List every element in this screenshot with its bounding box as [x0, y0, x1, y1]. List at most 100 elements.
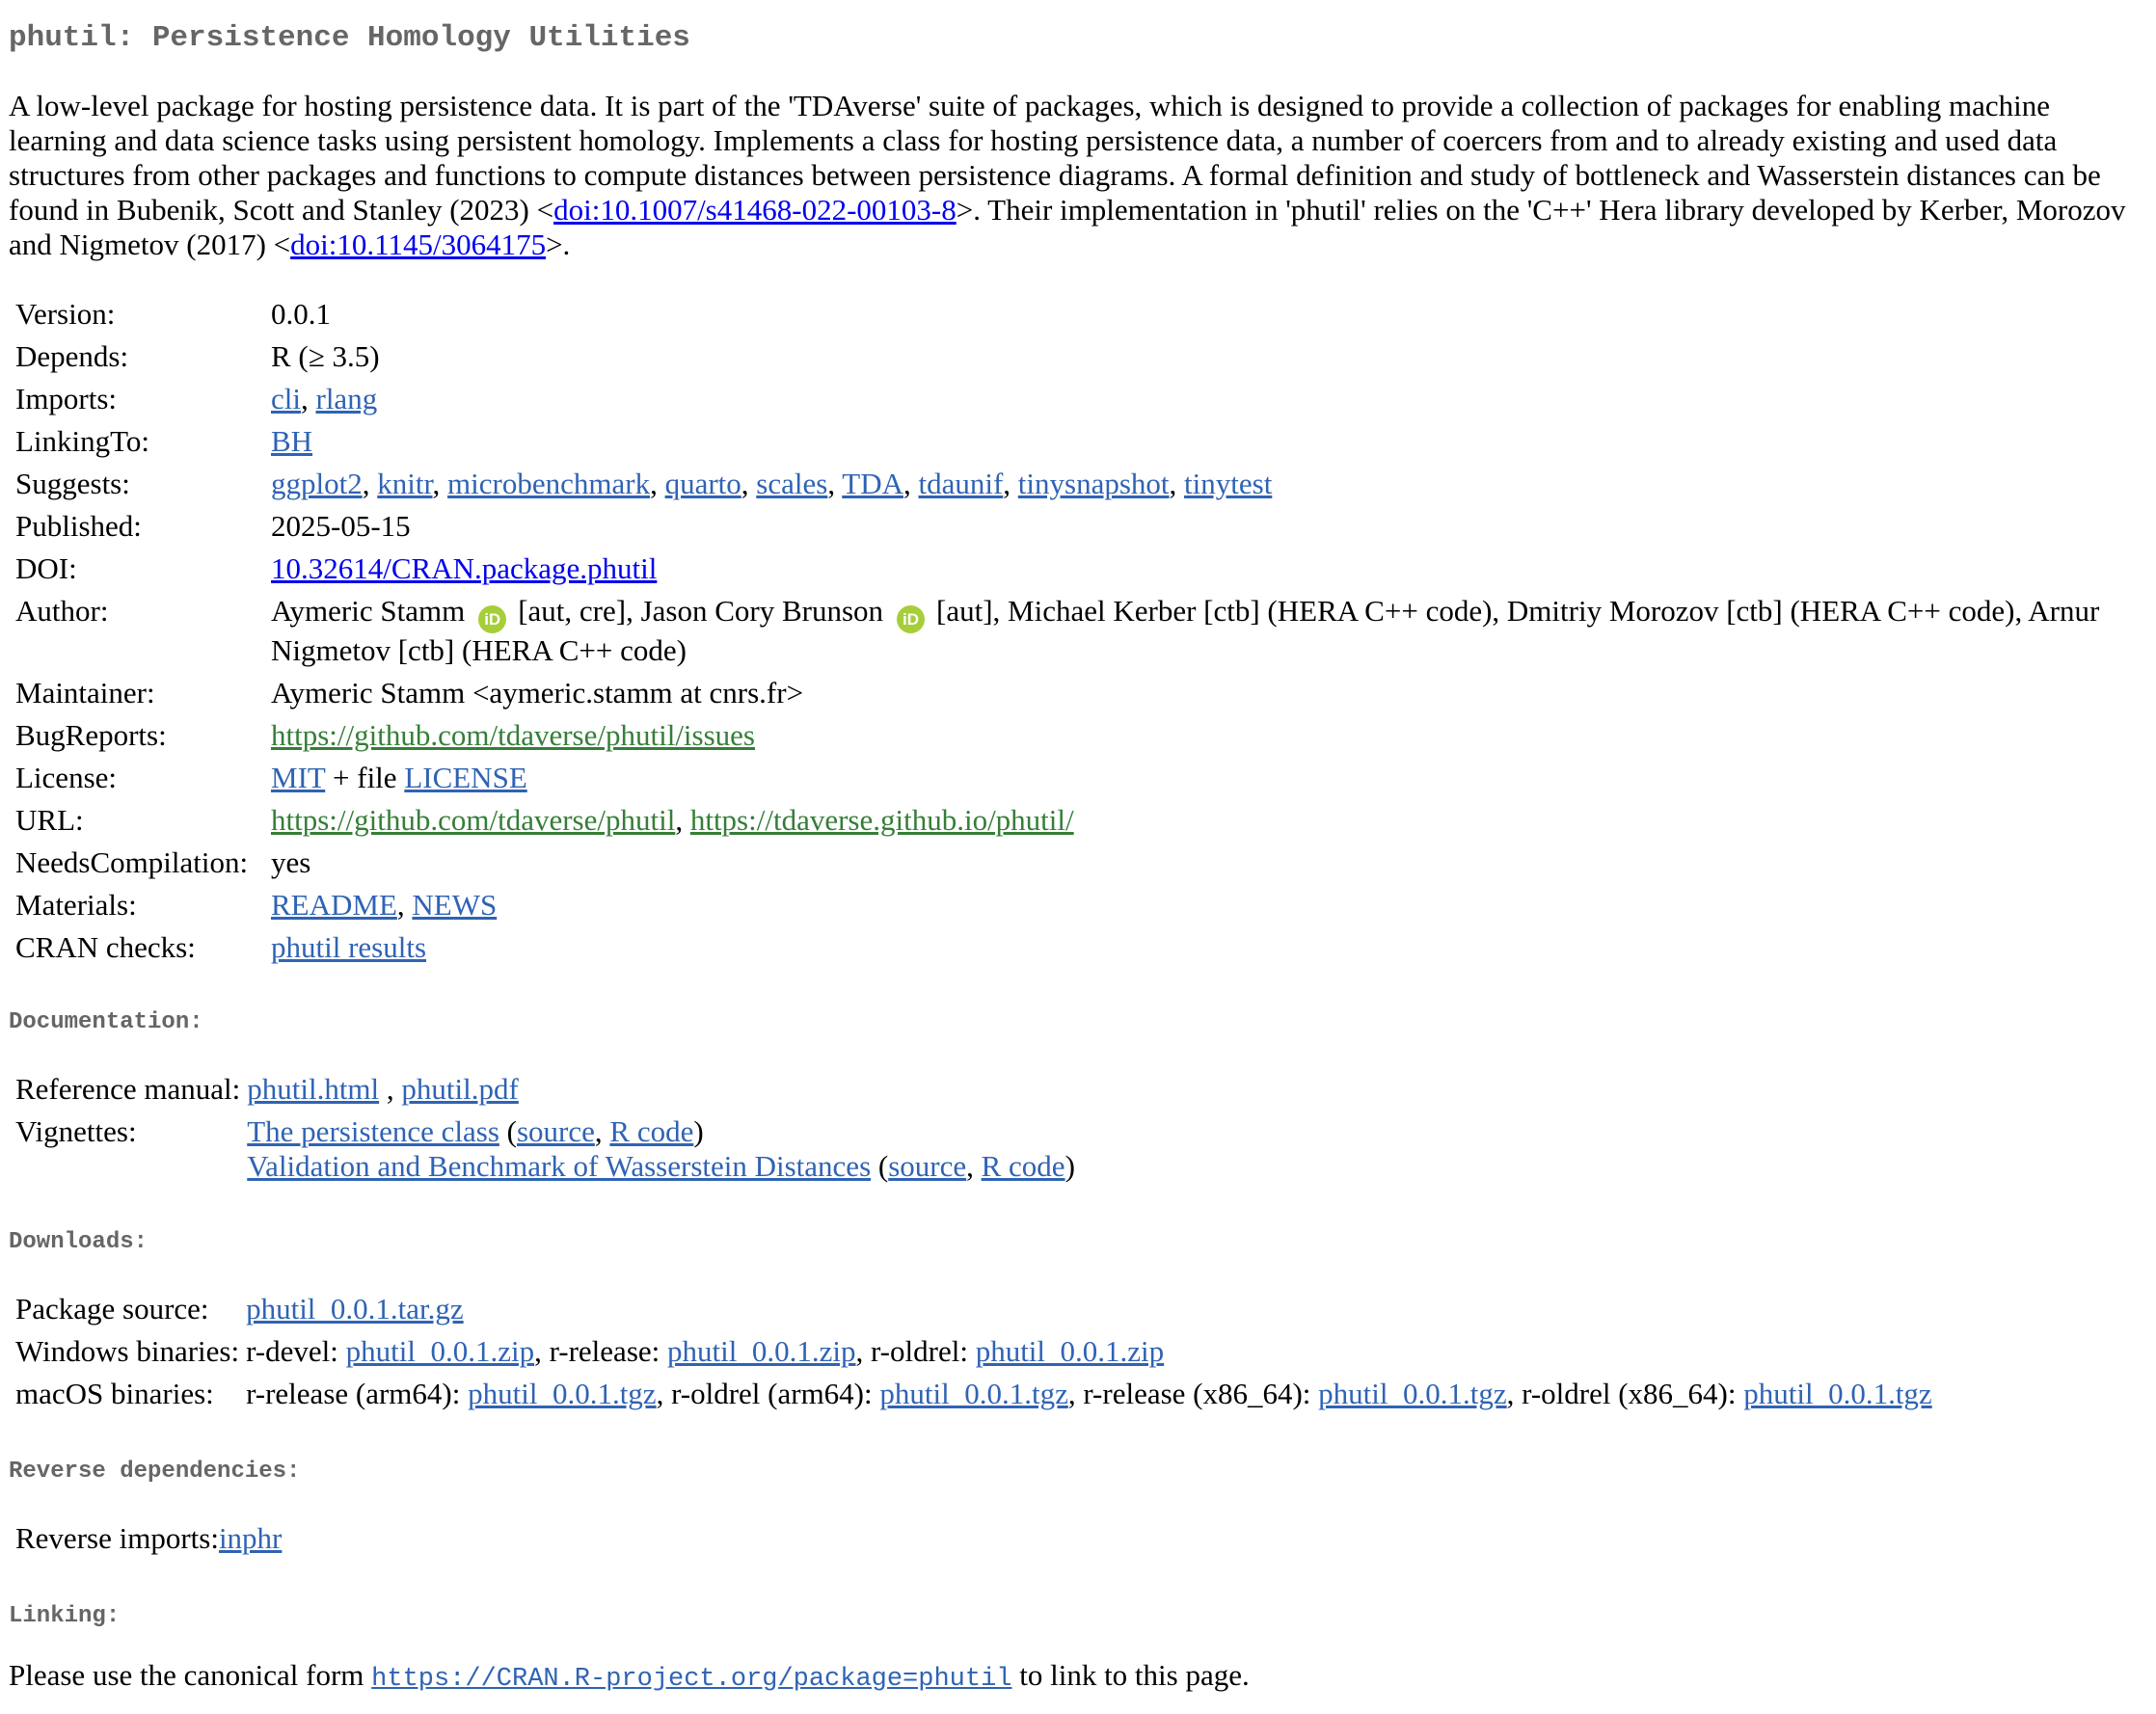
- refman-html-link[interactable]: phutil.html: [247, 1072, 379, 1106]
- vignette-source-link[interactable]: source: [888, 1149, 966, 1183]
- import-link-rlang[interactable]: rlang: [316, 382, 378, 415]
- row-macos-binaries: macOS binaries: r-release (arm64): phuti…: [9, 1377, 1932, 1419]
- row-published: Published: 2025-05-15: [9, 509, 2127, 551]
- linking-heading: Linking:: [9, 1603, 121, 1629]
- reverse-imports-label: Reverse imports:: [15, 1521, 219, 1555]
- license-file-link[interactable]: LICENSE: [404, 761, 526, 794]
- depends-label: Depends:: [15, 339, 129, 373]
- windows-binaries-label: Windows binaries:: [15, 1334, 240, 1368]
- license-mit-link[interactable]: MIT: [271, 761, 325, 794]
- cranchecks-label: CRAN checks:: [15, 930, 196, 964]
- suggest-link-knitr[interactable]: knitr: [377, 467, 432, 500]
- documentation-table: Reference manual: phutil.html , phutil.p…: [9, 1072, 1075, 1192]
- version-value: 0.0.1: [271, 297, 331, 331]
- suggest-link-tinysnapshot[interactable]: tinysnapshot: [1018, 467, 1170, 500]
- macos-rrelease-arm64-label: r-release (arm64):: [246, 1377, 469, 1410]
- license-plus-text: + file: [325, 761, 405, 794]
- refman-label: Reference manual:: [15, 1072, 241, 1106]
- row-package-source: Package source: phutil_0.0.1.tar.gz: [9, 1292, 1932, 1334]
- row-reverse-imports: Reverse imports: inphr: [9, 1521, 282, 1564]
- suggest-link-tda[interactable]: TDA: [842, 467, 903, 500]
- orcid-icon[interactable]: iD: [478, 605, 507, 633]
- suggests-value: ggplot2, knitr, microbenchmark, quarto, …: [271, 467, 1273, 500]
- vignette-rcode-link[interactable]: R code: [982, 1149, 1065, 1183]
- url-link-site[interactable]: https://tdaverse.github.io/phutil/: [690, 803, 1074, 837]
- row-bugreports: BugReports: https://github.com/tdaverse/…: [9, 718, 2127, 761]
- windows-roldrel-link[interactable]: phutil_0.0.1.zip: [976, 1334, 1164, 1368]
- package-source-value: phutil_0.0.1.tar.gz: [239, 1292, 1932, 1334]
- suggest-link-tdaunif[interactable]: tdaunif: [918, 467, 1003, 500]
- materials-readme-link[interactable]: README: [271, 888, 397, 922]
- vignette-title-link[interactable]: The persistence class: [247, 1114, 499, 1148]
- metadata-table: Version: 0.0.1 Depends: R (≥ 3.5) Import…: [9, 297, 2127, 973]
- macos-roldrel-x86-label: r-oldrel (x86_64):: [1522, 1377, 1744, 1410]
- description-text-3: >.: [546, 228, 571, 261]
- row-doi: DOI: 10.32614/CRAN.package.phutil: [9, 551, 2127, 594]
- cranchecks-value: phutil results: [264, 930, 2127, 973]
- orcid-icon[interactable]: iD: [897, 605, 926, 633]
- vignettes-label: Vignettes:: [15, 1114, 137, 1148]
- macos-rrelease-x86-label: r-release (x86_64):: [1083, 1377, 1319, 1410]
- vignettes-value: The persistence class (source, R code) V…: [240, 1114, 1075, 1192]
- suggest-link-scales[interactable]: scales: [756, 467, 827, 500]
- macos-rrelease-x86-link[interactable]: phutil_0.0.1.tgz: [1318, 1377, 1506, 1410]
- macos-binaries-value: r-release (arm64): phutil_0.0.1.tgz, r-o…: [246, 1377, 1932, 1410]
- vignette-source-link[interactable]: source: [517, 1114, 595, 1148]
- row-needscompilation: NeedsCompilation: yes: [9, 845, 2127, 888]
- author-label: Author:: [15, 594, 109, 628]
- downloads-table: Package source: phutil_0.0.1.tar.gz Wind…: [9, 1292, 1932, 1419]
- license-label: License:: [15, 761, 118, 794]
- reverse-dependencies-table: Reverse imports: inphr: [9, 1521, 282, 1564]
- doi-link[interactable]: 10.32614/CRAN.package.phutil: [271, 551, 657, 585]
- page-title: phutil: Persistence Homology Utilities: [9, 21, 690, 55]
- row-materials: Materials: README, NEWS: [9, 888, 2127, 930]
- materials-news-link[interactable]: NEWS: [412, 888, 497, 922]
- windows-binaries-value: r-devel: phutil_0.0.1.zip, r-release: ph…: [246, 1334, 1165, 1368]
- bugreports-link[interactable]: https://github.com/tdaverse/phutil/issue…: [271, 718, 755, 752]
- doi-link-kerber[interactable]: doi:10.1145/3064175: [290, 228, 546, 261]
- url-link-github[interactable]: https://github.com/tdaverse/phutil: [271, 803, 675, 837]
- refman-pdf-link[interactable]: phutil.pdf: [401, 1072, 518, 1106]
- windows-rdevel-link[interactable]: phutil_0.0.1.zip: [346, 1334, 534, 1368]
- bugreports-label: BugReports:: [15, 718, 167, 752]
- macos-roldrel-x86-link[interactable]: phutil_0.0.1.tgz: [1743, 1377, 1931, 1410]
- row-version: Version: 0.0.1: [9, 297, 2127, 339]
- package-description: A low-level package for hosting persiste…: [9, 89, 2147, 262]
- row-author: Author: Aymeric Stamm iD [aut, cre], Jason…: [9, 594, 2127, 676]
- imports-value: cli, rlang: [271, 382, 378, 415]
- suggest-link-microbenchmark[interactable]: microbenchmark: [447, 467, 650, 500]
- macos-roldrel-arm64-label: r-oldrel (arm64):: [671, 1377, 880, 1410]
- windows-rrelease-link[interactable]: phutil_0.0.1.zip: [667, 1334, 855, 1368]
- published-value: 2025-05-15: [271, 509, 411, 543]
- url-value: https://github.com/tdaverse/phutil, http…: [271, 803, 1074, 837]
- refman-value: phutil.html , phutil.pdf: [247, 1072, 519, 1106]
- macos-binaries-label: macOS binaries:: [15, 1377, 214, 1410]
- suggest-link-quarto[interactable]: quarto: [665, 467, 741, 500]
- canonical-url-link[interactable]: https://CRAN.R-project.org/package=phuti…: [371, 1665, 1011, 1694]
- materials-value: README, NEWS: [271, 888, 498, 922]
- row-url: URL: https://github.com/tdaverse/phutil,…: [9, 803, 2127, 845]
- suggest-link-tinytest[interactable]: tinytest: [1184, 467, 1272, 500]
- published-label: Published:: [15, 509, 142, 543]
- cranchecks-link[interactable]: phutil results: [271, 930, 426, 964]
- macos-roldrel-arm64-link[interactable]: phutil_0.0.1.tgz: [879, 1377, 1067, 1410]
- linkingto-link-bh[interactable]: BH: [271, 424, 312, 458]
- imports-label: Imports:: [15, 382, 118, 415]
- license-value: MIT + file LICENSE: [264, 761, 2127, 803]
- suggests-label: Suggests:: [15, 467, 130, 500]
- linkingto-label: LinkingTo:: [15, 424, 150, 458]
- doi-link-bubenik[interactable]: doi:10.1007/s41468-022-00103-8: [553, 193, 957, 227]
- vignette-rcode-link[interactable]: R code: [609, 1114, 693, 1148]
- linking-text-after: to link to this page.: [1011, 1658, 1250, 1692]
- reverse-import-link-inphr[interactable]: inphr: [219, 1521, 282, 1555]
- macos-rrelease-arm64-link[interactable]: phutil_0.0.1.tgz: [468, 1377, 656, 1410]
- author-roles-1: [aut, cre], Jason Cory Brunson: [518, 594, 884, 628]
- suggest-link-ggplot2[interactable]: ggplot2: [271, 467, 363, 500]
- import-link-cli[interactable]: cli: [271, 382, 301, 415]
- package-source-link[interactable]: phutil_0.0.1.tar.gz: [246, 1292, 464, 1326]
- row-refman: Reference manual: phutil.html , phutil.p…: [9, 1072, 1075, 1114]
- row-linkingto: LinkingTo: BH: [9, 424, 2127, 467]
- vignette-title-link[interactable]: Validation and Benchmark of Wasserstein …: [247, 1149, 871, 1183]
- documentation-heading: Documentation:: [9, 1009, 203, 1035]
- row-imports: Imports: cli, rlang: [9, 382, 2127, 424]
